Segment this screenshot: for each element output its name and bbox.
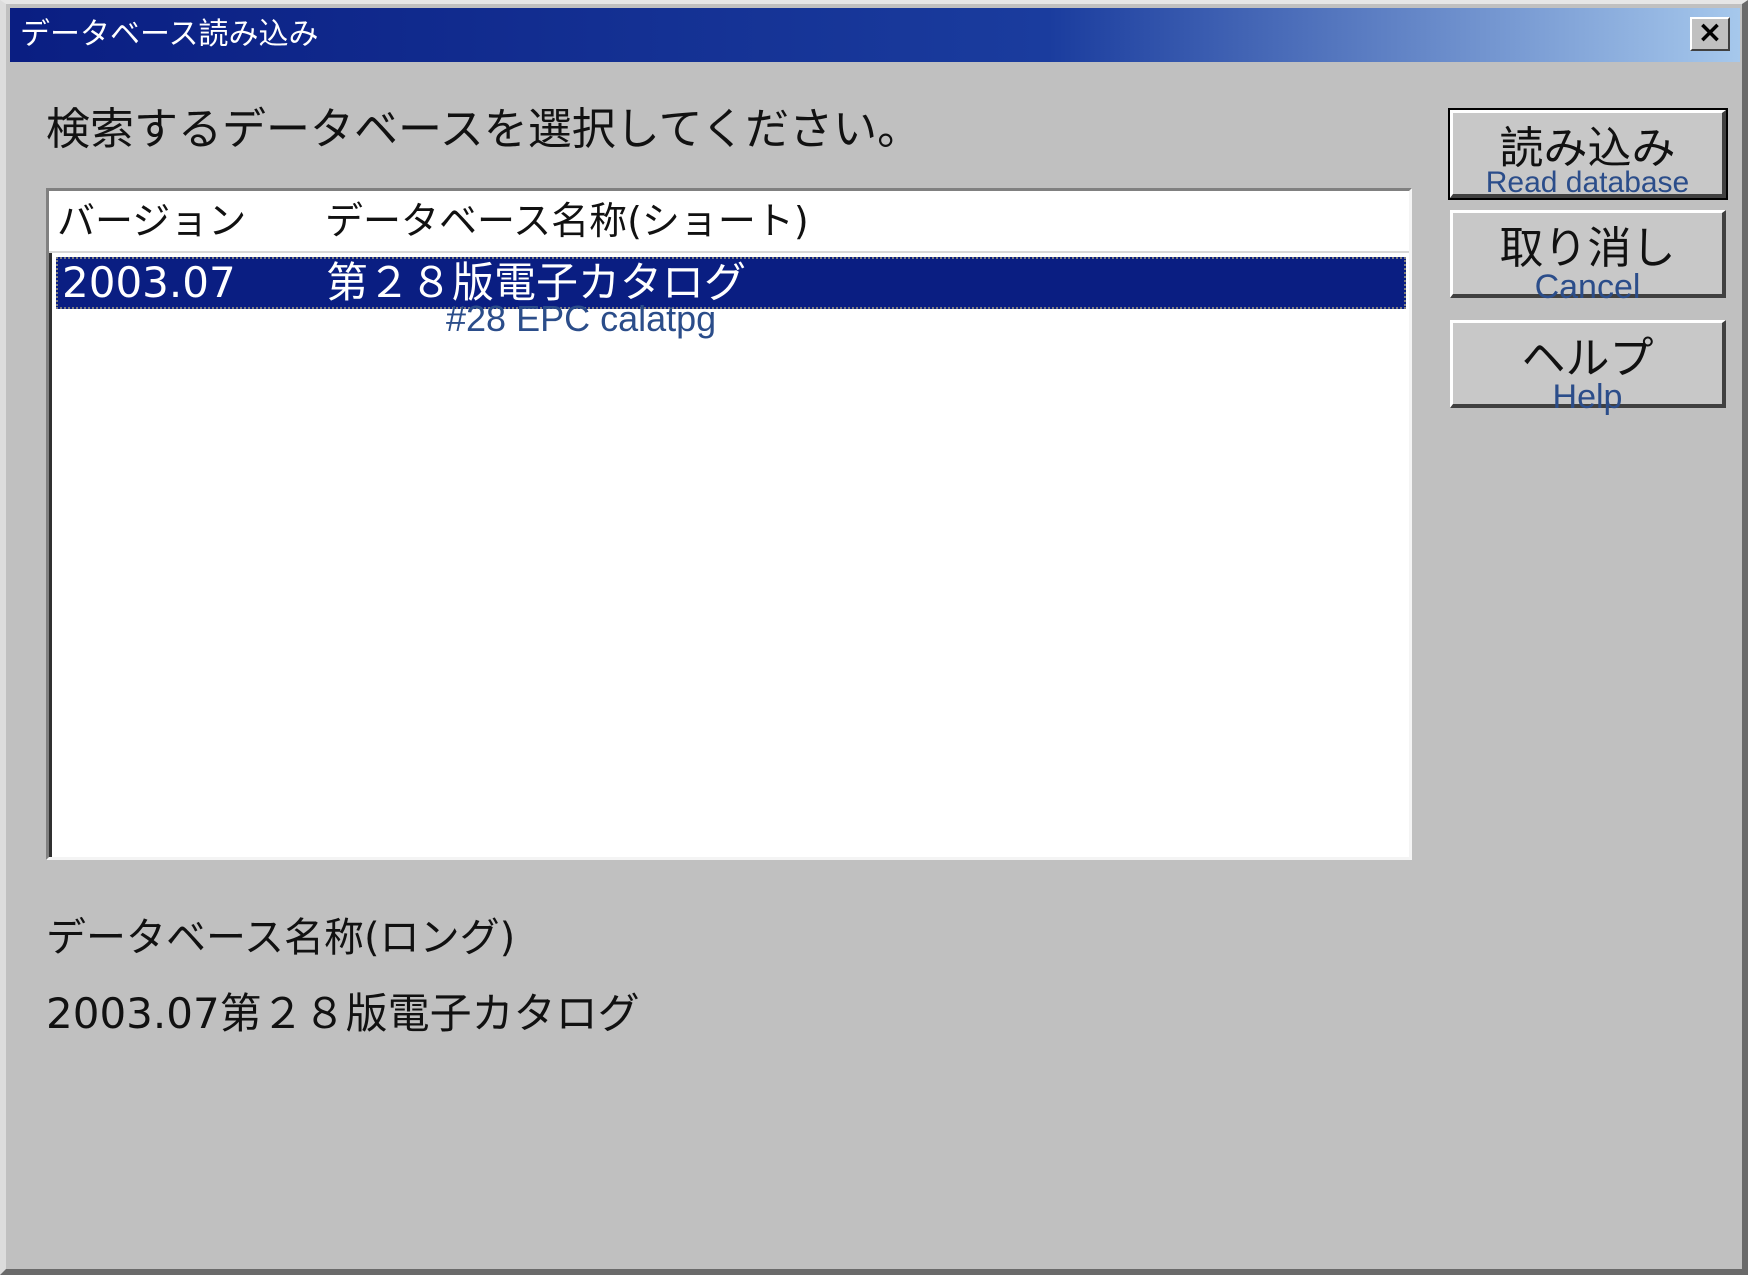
row-caption-annotation: #28 EPC calatpg	[446, 298, 717, 339]
help-button-caption: Help	[1552, 378, 1623, 416]
instruction-text: 検索するデータベースを選択してください。	[46, 104, 922, 155]
list-header: バージョン データベース名称(ショート)	[49, 191, 1409, 253]
column-header-version[interactable]: バージョン	[57, 197, 246, 245]
read-button-caption: Read database	[1485, 166, 1690, 199]
database-list[interactable]: バージョン データベース名称(ショート) 2003.07 第２８版電子カタログ	[46, 188, 1412, 860]
close-button[interactable]: ×	[1690, 17, 1730, 51]
column-header-short-name[interactable]: データベース名称(ショート)	[325, 197, 809, 245]
long-name-label: データベース名称(ロング)	[46, 915, 516, 961]
close-icon: ×	[1697, 15, 1723, 50]
list-body: 2003.07 第２８版電子カタログ	[49, 253, 1409, 857]
window-title: データベース読み込み	[20, 17, 319, 52]
help-button[interactable]: ヘルプ Help	[1450, 320, 1726, 415]
cancel-button[interactable]: 取り消し Cancel	[1450, 210, 1726, 305]
title-bar[interactable]: データベース読み込み ×	[10, 8, 1740, 62]
cancel-button-caption: Cancel	[1534, 268, 1641, 306]
long-name-value: 2003.07第２８版電子カタログ	[46, 989, 640, 1038]
read-database-button[interactable]: 読み込み Read database	[1448, 108, 1728, 200]
database-load-dialog: データベース読み込み × 検索するデータベースを選択してください。 バージョン …	[0, 0, 1748, 1275]
row-version: 2003.07	[62, 258, 236, 307]
list-row-selected[interactable]: 2003.07 第２８版電子カタログ	[56, 257, 1406, 309]
